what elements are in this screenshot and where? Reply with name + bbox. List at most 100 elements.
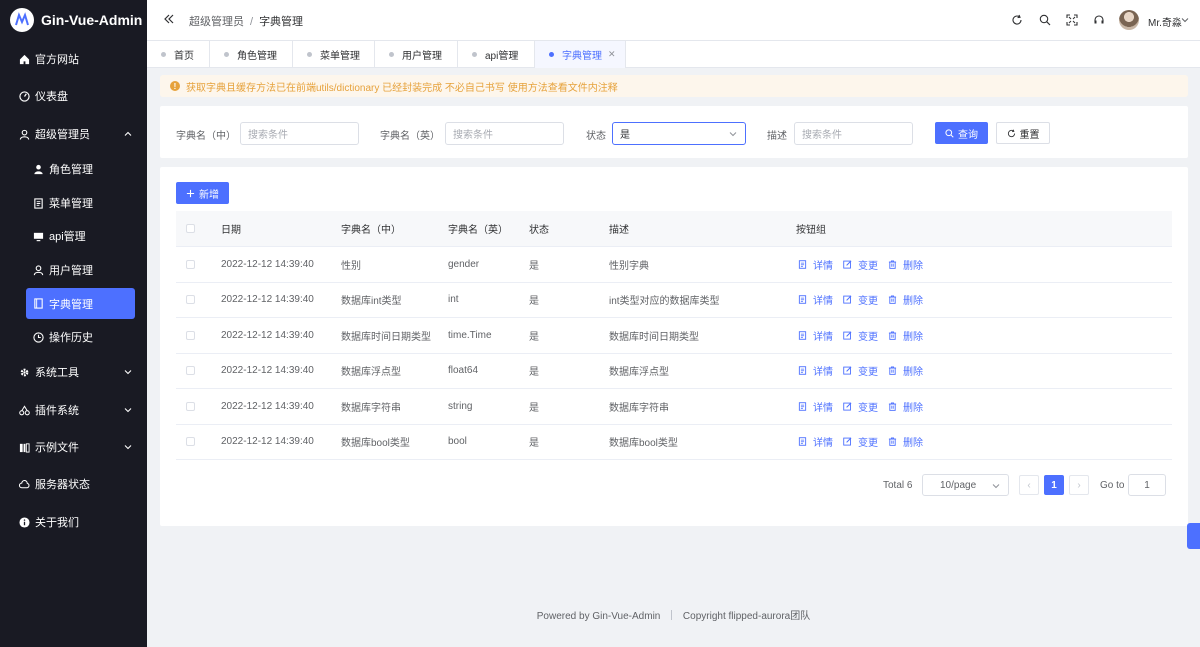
sidebar-item-plugins[interactable]: 插件系统 [0,393,147,427]
page-size-select[interactable]: 10/page [922,474,1009,496]
next-page-button[interactable]: › [1069,475,1089,495]
sidebar-item-server-status[interactable]: 服务器状态 [0,467,147,501]
fullscreen-icon[interactable] [1066,14,1078,26]
sidebar-item-menus[interactable]: 菜单管理 [0,186,147,220]
edit-button[interactable]: 变更 [843,434,878,449]
detail-button[interactable]: 详情 [798,292,833,307]
tab-dictionary[interactable]: 字典管理 ✕ [535,41,626,68]
edit-button[interactable]: 变更 [843,257,878,272]
detail-button[interactable]: 详情 [798,257,833,272]
sidebar-item-about[interactable]: 关于我们 [0,505,147,539]
app-title: Gin-Vue-Admin [41,12,143,28]
desc-input[interactable]: 搜索条件 [794,122,913,145]
document-icon [798,402,810,411]
detail-button[interactable]: 详情 [798,434,833,449]
sidebar-item-super-admin[interactable]: 超级管理员 [0,117,147,151]
sidebar-item-label: 插件系统 [35,405,79,417]
add-button[interactable]: 新增 [176,182,229,204]
row-checkbox[interactable] [186,437,195,447]
sidebar-item-dictionary[interactable]: 字典管理 [26,288,135,319]
column-header-status: 状态 [529,225,549,236]
reset-button-label: 重置 [1019,129,1040,141]
detail-button[interactable]: 详情 [798,328,833,343]
row-checkbox[interactable] [186,401,195,411]
select-all-checkbox[interactable] [186,224,195,233]
search-icon [945,128,954,138]
search-icon[interactable] [1039,14,1051,26]
tab-api[interactable]: api管理 [458,41,535,68]
tab-menus[interactable]: 菜单管理 [293,41,375,68]
logo[interactable]: Gin-Vue-Admin [0,0,147,40]
row-checkbox[interactable] [186,366,195,376]
sidebar-item-api[interactable]: api管理 [0,219,147,253]
name-cn-input[interactable]: 搜索条件 [240,122,359,145]
page-size-value: 10/page [940,479,977,491]
edit-button-label: 变更 [858,260,878,272]
detail-button-label: 详情 [813,438,833,450]
edit-button-label: 变更 [858,438,878,450]
breadcrumb-item[interactable]: 超级管理员 [189,16,244,28]
row-checkbox[interactable] [186,259,195,269]
query-button[interactable]: 查询 [935,122,988,144]
footer-powered-link[interactable]: Gin-Vue-Admin [592,611,660,622]
sidebar-item-users[interactable]: 用户管理 [0,253,147,287]
cell-status: 是 [529,367,539,379]
chevron-down-icon[interactable] [1181,16,1189,24]
cell-status: 是 [529,438,539,450]
sidebar-item-label: 仪表盘 [35,91,68,103]
breadcrumb-current: 字典管理 [259,16,304,28]
sidebar-item-official-site[interactable]: 官方网站 [0,42,147,76]
column-header-desc: 描述 [609,225,629,236]
refresh-icon[interactable] [1011,14,1023,26]
chevron-down-icon [992,484,1000,489]
settings-float-button[interactable] [1187,523,1200,549]
top-header: 超级管理员 / 字典管理 Mr.奇淼 [147,0,1200,40]
delete-button[interactable]: 删除 [888,363,923,378]
cell-desc: 性别字典 [609,260,649,272]
sidebar-item-system-tools[interactable]: 系统工具 [0,355,147,389]
delete-button[interactable]: 删除 [888,257,923,272]
delete-button[interactable]: 删除 [888,328,923,343]
cell-name-en: time.Time [448,329,492,341]
tab-label: 用户管理 [402,51,442,62]
row-checkbox[interactable] [186,295,195,305]
footer-copyright-link[interactable]: flipped-aurora团队 [729,611,811,622]
edit-button[interactable]: 变更 [843,399,878,414]
row-select-cell [186,283,195,318]
delete-button[interactable]: 删除 [888,399,923,414]
sidebar-item-examples[interactable]: 示例文件 [0,430,147,464]
name-en-input[interactable]: 搜索条件 [445,122,564,145]
tab-users[interactable]: 用户管理 [375,41,458,68]
cell-actions: 详情 变更 删除 [798,318,933,353]
page-number-button[interactable]: 1 [1044,475,1064,495]
trash-icon [888,366,900,376]
tab-close-icon[interactable]: ✕ [608,49,616,60]
edit-button[interactable]: 变更 [843,292,878,307]
delete-button[interactable]: 删除 [888,434,923,449]
reset-button[interactable]: 重置 [996,122,1050,144]
edit-button[interactable]: 变更 [843,363,878,378]
edit-button[interactable]: 变更 [843,328,878,343]
refresh-icon [1007,129,1015,137]
headset-icon[interactable] [1093,14,1105,26]
detail-button[interactable]: 详情 [798,399,833,414]
fold-icon[interactable] [163,13,175,25]
prev-page-button[interactable]: ‹ [1019,475,1039,495]
delete-button[interactable]: 删除 [888,292,923,307]
tab-label: api管理 [485,51,519,62]
status-select[interactable]: 是 [612,122,746,145]
sidebar-item-roles[interactable]: 角色管理 [0,152,147,186]
tab-home[interactable]: 首页 [147,41,210,68]
avatar[interactable] [1119,10,1139,30]
sidebar-item-dashboard[interactable]: 仪表盘 [0,79,147,113]
detail-button-label: 详情 [813,402,833,414]
alert-text: 获取字典且缓存方法已在前端utils/dictionary 已经封装完成 不必自… [186,82,618,94]
sidebar-item-history[interactable]: 操作历史 [0,320,147,354]
tab-roles[interactable]: 角色管理 [210,41,293,68]
goto-page-input[interactable]: 1 [1128,474,1166,496]
row-checkbox[interactable] [186,330,195,340]
cell-name-en: bool [448,436,467,448]
desc-label: 描述 [767,131,787,142]
detail-button[interactable]: 详情 [798,363,833,378]
user-name[interactable]: Mr.奇淼 [1148,14,1182,29]
